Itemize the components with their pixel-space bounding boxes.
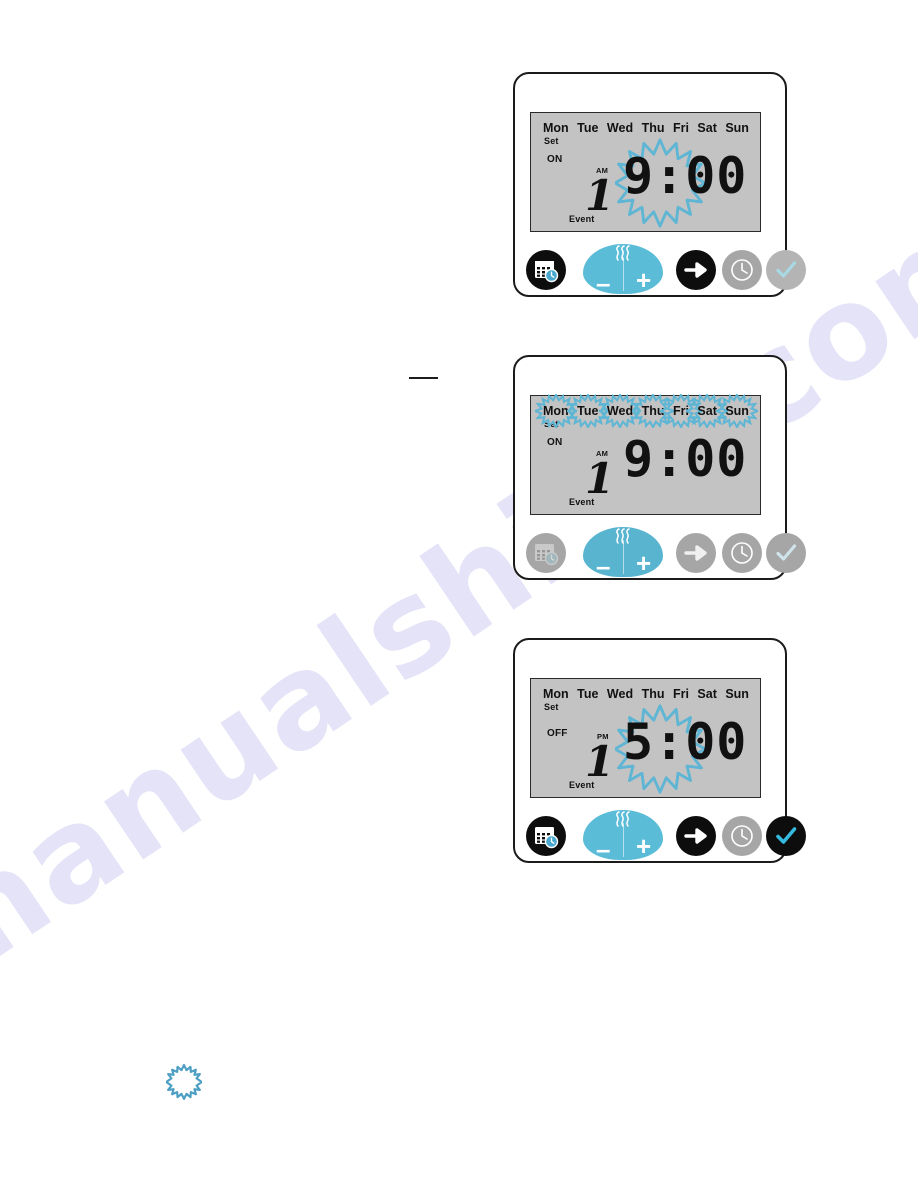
- day-wed[interactable]: Wed: [607, 121, 633, 135]
- oval-divider: [623, 823, 624, 857]
- day-mon[interactable]: Mon: [543, 121, 569, 135]
- day-mon[interactable]: Mon: [534, 394, 577, 428]
- day-thu[interactable]: Thu: [642, 687, 665, 701]
- day-label: Tue: [577, 404, 599, 418]
- minus-button-1[interactable]: –: [596, 270, 610, 296]
- day-tue[interactable]: Tue: [577, 687, 598, 701]
- confirm-button-3[interactable]: [766, 816, 806, 856]
- time-display-2: 9:00: [623, 430, 748, 488]
- adjust-oval-2[interactable]: – +: [583, 527, 663, 579]
- steam-icon: [616, 528, 630, 544]
- device-step-2: Mon Tue Wed Thu Fri Sat Sun Set ON AM 1 …: [513, 355, 806, 580]
- plus-button-1[interactable]: +: [636, 267, 651, 293]
- next-arrow-button-1[interactable]: [676, 250, 716, 290]
- oval-divider: [623, 540, 624, 574]
- day-mon[interactable]: Mon: [543, 687, 569, 701]
- calendar-clock-button-3[interactable]: [526, 816, 566, 856]
- day-fri[interactable]: Fri: [673, 687, 689, 701]
- day-sun[interactable]: Sun: [716, 394, 759, 428]
- day-sat[interactable]: Sat: [697, 687, 716, 701]
- day-label: Wed: [606, 404, 634, 418]
- calendar-clock-icon: [535, 544, 559, 566]
- day-wed[interactable]: Wed: [607, 687, 633, 701]
- day-label: Sat: [697, 404, 717, 418]
- clock-icon: [731, 825, 753, 847]
- arrow-right-icon: [684, 262, 707, 278]
- day-wed[interactable]: Wed: [599, 394, 641, 428]
- day-label: Mon: [543, 404, 569, 418]
- calendar-clock-icon: [535, 827, 559, 849]
- confirm-button-2[interactable]: [766, 533, 806, 573]
- checkmark-icon: [776, 261, 797, 278]
- day-sun[interactable]: Sun: [725, 121, 749, 135]
- clock-button-1[interactable]: [722, 250, 762, 290]
- checkmark-icon: [776, 827, 797, 844]
- day-label: Sun: [725, 404, 749, 418]
- adjust-oval-1[interactable]: – +: [583, 244, 663, 296]
- next-arrow-button-3[interactable]: [676, 816, 716, 856]
- clock-button-3[interactable]: [722, 816, 762, 856]
- day-thu[interactable]: Thu: [642, 121, 665, 135]
- calendar-clock-button-2[interactable]: [526, 533, 566, 573]
- legend-starburst-icon: [166, 1064, 202, 1100]
- minus-button-2[interactable]: –: [596, 553, 610, 579]
- calendar-clock-icon: [535, 261, 559, 283]
- time-display-3: 5:00: [623, 713, 748, 771]
- clock-icon: [731, 542, 753, 564]
- steam-icon: [616, 811, 630, 827]
- text-underline-rule: [409, 377, 438, 379]
- plus-button-3[interactable]: +: [636, 833, 651, 859]
- next-arrow-button-2[interactable]: [676, 533, 716, 573]
- arrow-right-icon: [684, 545, 707, 561]
- manual-page: manualshive.com Mon Tue Wed Thu Fri Sat …: [0, 0, 918, 1188]
- minus-button-3[interactable]: –: [596, 836, 610, 862]
- clock-icon: [731, 259, 753, 281]
- day-fri[interactable]: Fri: [673, 121, 689, 135]
- oval-divider: [623, 257, 624, 291]
- device-step-1: Mon Tue Wed Thu Fri Sat Sun Set ON AM 1 …: [513, 72, 806, 297]
- day-tue[interactable]: Tue: [566, 394, 609, 428]
- adjust-oval-3[interactable]: – +: [583, 810, 663, 862]
- day-sun[interactable]: Sun: [725, 687, 749, 701]
- time-display-1: 9:00: [623, 147, 748, 205]
- day-sat[interactable]: Sat: [686, 394, 729, 428]
- checkmark-icon: [776, 544, 797, 561]
- day-sat[interactable]: Sat: [697, 121, 716, 135]
- confirm-button-1[interactable]: [766, 250, 806, 290]
- plus-button-2[interactable]: +: [636, 550, 651, 576]
- day-tue[interactable]: Tue: [577, 121, 598, 135]
- device-step-3: Mon Tue Wed Thu Fri Sat Sun Set OFF PM 1…: [513, 638, 806, 863]
- day-row-2: Mon Tue Wed Thu Fri Sat Sun: [534, 394, 759, 428]
- calendar-clock-button-1[interactable]: [526, 250, 566, 290]
- clock-button-2[interactable]: [722, 533, 762, 573]
- arrow-right-icon: [684, 828, 707, 844]
- steam-icon: [616, 245, 630, 261]
